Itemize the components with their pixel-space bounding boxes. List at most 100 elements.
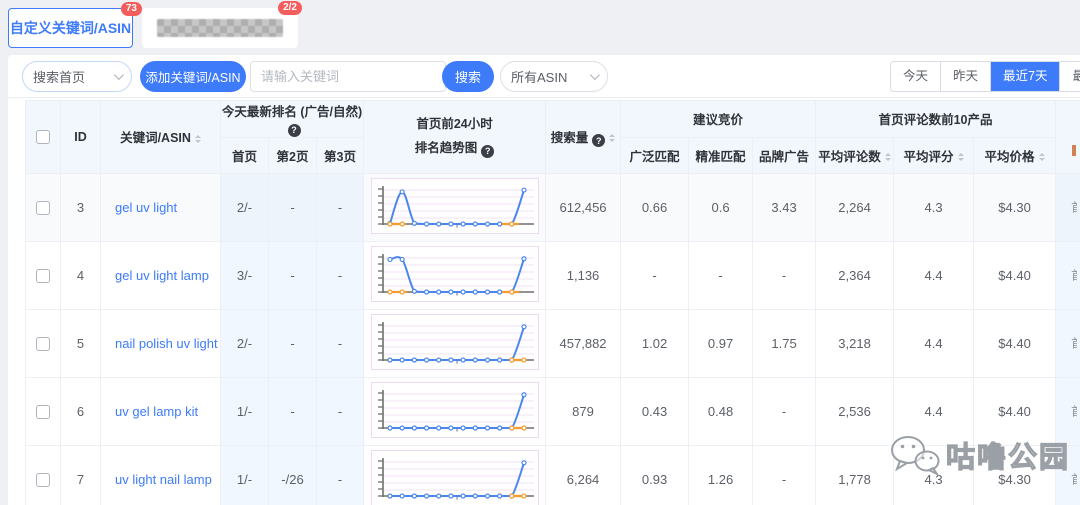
bid-broad: 0.43 bbox=[620, 376, 690, 446]
avg-rating: 4.4 bbox=[893, 308, 975, 378]
rank-page1: 2/- bbox=[220, 172, 269, 242]
avg-price: $4.30 bbox=[973, 444, 1057, 505]
range-last7days-button[interactable]: 最近7天 bbox=[990, 62, 1060, 91]
rank-page2: - bbox=[268, 308, 317, 378]
avg-price: $4.40 bbox=[973, 376, 1057, 446]
col-search-volume[interactable]: 搜索量 bbox=[545, 100, 622, 174]
rank-page2: - bbox=[268, 376, 317, 446]
avg-reviews: 2,264 bbox=[815, 172, 895, 242]
rank-trend-chart[interactable] bbox=[370, 246, 539, 302]
info-icon[interactable] bbox=[287, 123, 301, 137]
bid-brand: - bbox=[752, 240, 817, 310]
rank-trend-chart[interactable] bbox=[370, 382, 539, 438]
rank-trend-chart[interactable] bbox=[370, 450, 539, 505]
avg-reviews: 3,218 bbox=[815, 308, 895, 378]
row-id: 5 bbox=[60, 308, 101, 378]
asin-select[interactable]: 所有ASIN bbox=[500, 61, 608, 92]
bid-brand: - bbox=[752, 376, 817, 446]
avg-rating: 4.4 bbox=[893, 376, 975, 446]
bid-exact: 0.6 bbox=[688, 172, 754, 242]
col-id: ID bbox=[60, 100, 101, 174]
avg-price: $4.30 bbox=[973, 172, 1057, 242]
sort-icon[interactable] bbox=[884, 150, 891, 164]
clipped-next-column: 首 bbox=[1071, 403, 1077, 420]
row-checkbox[interactable] bbox=[36, 200, 50, 215]
col-rank-page1: 首页 bbox=[220, 136, 269, 174]
keyword-link[interactable]: uv light nail lamp bbox=[115, 472, 212, 487]
col-keyword[interactable]: 关键词/ASIN bbox=[100, 100, 221, 174]
rank-page3: - bbox=[315, 172, 365, 242]
col-avg-rating[interactable]: 平均评分 bbox=[893, 136, 975, 174]
row-checkbox[interactable] bbox=[36, 268, 50, 283]
keyword-search-input[interactable] bbox=[250, 61, 446, 92]
keyword-link[interactable]: nail polish uv light bbox=[115, 336, 218, 351]
search-volume: 1,136 bbox=[545, 240, 622, 310]
col-avg-price[interactable]: 平均价格 bbox=[973, 136, 1057, 174]
content-card: 搜索首页 添加关键词/ASIN 搜索 所有ASIN 今天 昨天 最近7天 最近1… bbox=[8, 55, 1080, 505]
table-row: 6 uv gel lamp kit 1/- - -879 0.43 0.48-2,536 4.… bbox=[25, 376, 1080, 446]
toolbar-divider bbox=[8, 97, 1080, 98]
row-checkbox[interactable] bbox=[36, 336, 50, 351]
app-page: 自定义关键词/ASIN 73 2/2 搜索首页 添加关键词/ASIN 搜索 所有… bbox=[0, 0, 1080, 505]
info-icon[interactable] bbox=[481, 144, 495, 158]
keyword-link[interactable]: uv gel lamp kit bbox=[115, 404, 198, 419]
table-body: 3 gel uv light 2/- - -612,456 0.66 0.6 3.43 2,26… bbox=[25, 172, 1080, 505]
search-button[interactable]: 搜索 bbox=[442, 61, 494, 92]
clipped-next-column: 首 bbox=[1071, 267, 1077, 284]
rank-page3: - bbox=[315, 444, 365, 505]
scope-select-value: 搜索首页 bbox=[33, 70, 86, 85]
tab-masked[interactable]: 2/2 bbox=[142, 1, 302, 48]
range-last14days-button[interactable]: 最近14天 bbox=[1059, 62, 1080, 91]
avg-rating: 4.3 bbox=[893, 172, 975, 242]
select-all-checkbox[interactable] bbox=[36, 130, 50, 145]
sort-icon[interactable] bbox=[194, 132, 201, 146]
rank-page1: 1/- bbox=[220, 444, 269, 505]
rank-page3: - bbox=[315, 308, 365, 378]
rank-page3: - bbox=[315, 376, 365, 446]
sort-icon[interactable] bbox=[609, 131, 616, 145]
range-today-button[interactable]: 今天 bbox=[891, 62, 941, 91]
rank-page3: - bbox=[315, 240, 365, 310]
bid-exact: - bbox=[688, 240, 754, 310]
add-keyword-button[interactable]: 添加关键词/ASIN bbox=[140, 61, 246, 92]
keyword-table-wrap: ID 关键词/ASIN 今天最新排名 (广告/自然) 首页前24小时 排名趋势图 bbox=[25, 100, 1080, 505]
avg-reviews: 2,536 bbox=[815, 376, 895, 446]
keyword-link[interactable]: gel uv light lamp bbox=[115, 268, 209, 283]
row-id: 4 bbox=[60, 240, 101, 310]
rank-page1: 1/- bbox=[220, 376, 269, 446]
search-volume: 6,264 bbox=[545, 444, 622, 505]
sort-icon[interactable] bbox=[1038, 150, 1045, 164]
table-row: 7 uv light nail lamp 1/- -/26-6,264 0.93 1.26… bbox=[25, 444, 1080, 505]
tab-count-badge: 73 bbox=[120, 2, 142, 16]
table-row: 4 gel uv light lamp 3/- - -1,136- - -2,364 4.4 $… bbox=[25, 240, 1080, 310]
bid-broad: 0.66 bbox=[620, 172, 690, 242]
bid-exact: 0.97 bbox=[688, 308, 754, 378]
keyword-link[interactable]: gel uv light bbox=[115, 200, 177, 215]
row-checkbox[interactable] bbox=[36, 404, 50, 419]
rank-page1: 3/- bbox=[220, 240, 269, 310]
bid-brand: 1.75 bbox=[752, 308, 817, 378]
tab-custom-keywords[interactable]: 自定义关键词/ASIN 73 bbox=[8, 2, 142, 48]
sort-icon[interactable] bbox=[957, 150, 964, 164]
bid-broad: 0.93 bbox=[620, 444, 690, 505]
tab-masked-badge: 2/2 bbox=[278, 1, 302, 15]
rank-page1: 2/- bbox=[220, 308, 269, 378]
scope-select[interactable]: 搜索首页 bbox=[22, 61, 132, 92]
col-rank-page2: 第2页 bbox=[268, 136, 317, 174]
rank-trend-chart[interactable] bbox=[370, 178, 539, 234]
avg-rating: 4.3 bbox=[893, 444, 975, 505]
rank-trend-chart[interactable] bbox=[370, 314, 539, 370]
tab-custom-keywords-label: 自定义关键词/ASIN bbox=[9, 20, 132, 36]
avg-reviews: 2,364 bbox=[815, 240, 895, 310]
info-icon[interactable] bbox=[592, 134, 606, 147]
search-volume: 612,456 bbox=[545, 172, 622, 242]
row-checkbox[interactable] bbox=[36, 472, 50, 487]
clipped-next-column: 首 bbox=[1071, 199, 1077, 216]
rank-page2: - bbox=[268, 172, 317, 242]
range-yesterday-button[interactable]: 昨天 bbox=[940, 62, 991, 91]
col-avg-reviews[interactable]: 平均评论数 bbox=[815, 136, 895, 174]
col-bid-exact: 精准匹配 bbox=[688, 136, 754, 174]
col-rank-page3: 第3页 bbox=[315, 136, 365, 174]
clipped-next-column: 首 bbox=[1071, 335, 1077, 352]
col-next-clipped bbox=[1055, 100, 1080, 174]
